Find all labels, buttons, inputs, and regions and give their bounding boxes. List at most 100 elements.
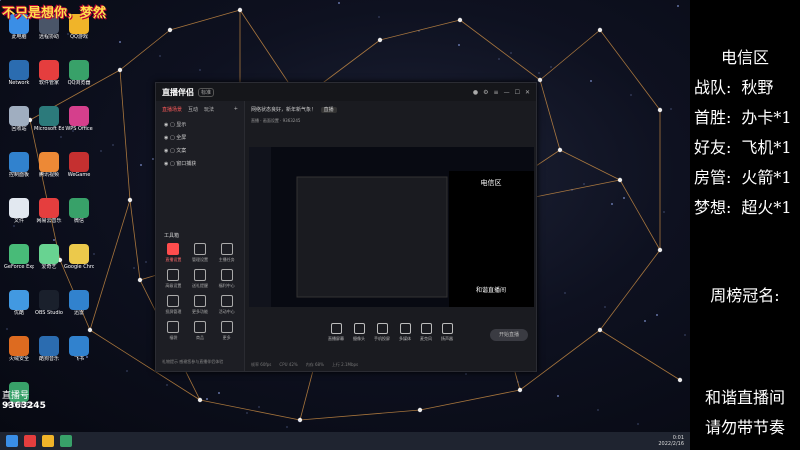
scene-item[interactable]: ◉ ▢ 窗口捕获 bbox=[156, 157, 244, 170]
small-star bbox=[286, 426, 288, 428]
desktop-icon[interactable]: 优酷 bbox=[4, 290, 34, 328]
desktop-icon[interactable]: 爱奇艺 bbox=[34, 244, 64, 282]
scene-item[interactable]: ◉ ▢ 显示 bbox=[156, 118, 244, 131]
desktop-icon[interactable]: 回收站 bbox=[4, 106, 34, 144]
source-button[interactable]: 直播屏幕 bbox=[328, 323, 344, 349]
desktop-icon-label: 软件管家 bbox=[38, 80, 59, 86]
desktop-icon[interactable]: Google Chrome bbox=[64, 244, 94, 282]
toolbox-item[interactable]: 送礼提醒 bbox=[187, 269, 214, 289]
streaming-app-window[interactable]: 直播伴侣 标准 ● ⚙ ≡ — ☐ ✕ 直播场景 互动 玩法 + ◉ ▢ 显示 ◉ ▢ … bbox=[155, 82, 537, 372]
panel-row-value: 超火*1 bbox=[741, 198, 792, 217]
panel-tab[interactable]: 玩法 bbox=[204, 106, 214, 113]
add-tab-icon[interactable]: + bbox=[234, 106, 238, 113]
desktop-icon[interactable]: 腾讯视频 bbox=[34, 152, 64, 190]
scene-item[interactable]: ◉ ▢ 全屏 bbox=[156, 131, 244, 144]
star bbox=[297, 417, 303, 423]
toolbox-item[interactable]: 高级设置 bbox=[160, 269, 187, 289]
constellation-line bbox=[419, 389, 521, 411]
desktop-icon[interactable]: WPS Office bbox=[64, 106, 94, 144]
visibility-icon[interactable]: ◉ ▢ bbox=[164, 135, 176, 141]
status-item: 内存 68% bbox=[305, 362, 324, 367]
toolbox-item[interactable]: 更多 bbox=[213, 321, 240, 341]
desktop-icon[interactable]: 控制面板 bbox=[4, 152, 34, 190]
desktop-icon[interactable]: 网易云音乐 bbox=[34, 198, 64, 236]
taskbar-app-icon[interactable] bbox=[24, 435, 36, 447]
toolbox-item[interactable]: 管理设置 bbox=[187, 243, 214, 263]
system-tray[interactable]: 0:01 2022/2/16 bbox=[658, 435, 690, 447]
desktop-icon[interactable]: 迅雷 bbox=[64, 290, 94, 328]
desktop-icon[interactable]: 文件 bbox=[4, 198, 34, 236]
toolbox-item[interactable]: 商品 bbox=[187, 321, 214, 341]
desktop-icon-label: 网易云音乐 bbox=[36, 218, 62, 224]
desktop-icon[interactable]: WeGame bbox=[64, 152, 94, 190]
panel-row: 房管: 火箭*1 bbox=[694, 164, 792, 188]
toolbox-item[interactable]: 福袋 bbox=[160, 321, 187, 341]
source-button[interactable]: 手机投屏 bbox=[374, 323, 390, 349]
app-icon bbox=[39, 198, 59, 218]
desktop-icon[interactable]: GeForce Experience bbox=[4, 244, 34, 282]
constellation-line bbox=[599, 249, 661, 331]
status-item: CPU 42% bbox=[279, 362, 298, 367]
start-stream-button[interactable]: 开始直播 bbox=[490, 329, 528, 341]
source-label: 摄像头 bbox=[353, 336, 365, 341]
desktop-icon[interactable]: 火绒安全 bbox=[4, 336, 34, 374]
source-button[interactable]: 扬声器 bbox=[441, 323, 453, 349]
toolbox-item[interactable]: 更多功能 bbox=[187, 295, 214, 315]
taskbar-app-icon[interactable] bbox=[42, 435, 54, 447]
constellation-line bbox=[459, 19, 541, 81]
start-menu-icon[interactable] bbox=[6, 435, 18, 447]
star bbox=[137, 277, 143, 283]
small-star bbox=[378, 16, 380, 18]
toolbox-item[interactable]: 活动中心 bbox=[213, 295, 240, 315]
menu-icon[interactable]: ≡ bbox=[494, 89, 499, 96]
stream-overlay-title: 不只是想你，梦然 bbox=[2, 6, 107, 21]
taskbar-app-icon[interactable] bbox=[60, 435, 72, 447]
desktop-icon[interactable]: OBS Studio bbox=[34, 290, 64, 328]
minimize-icon[interactable]: — bbox=[504, 89, 510, 96]
source-button[interactable]: 多媒体 bbox=[399, 323, 411, 349]
desktop-icon[interactable]: 软件管家 bbox=[34, 60, 64, 98]
maximize-icon[interactable]: ☐ bbox=[515, 89, 520, 96]
tool-icon bbox=[193, 321, 206, 333]
tool-icon bbox=[220, 295, 233, 307]
visibility-icon[interactable]: ◉ ▢ bbox=[164, 122, 176, 128]
panel-row-key: 房管: bbox=[694, 168, 732, 187]
toolbox-item[interactable]: 投屏管理 bbox=[160, 295, 187, 315]
desktop-icon[interactable]: 酷狗音乐 bbox=[34, 336, 64, 374]
constellation-line bbox=[199, 399, 301, 421]
live-preview[interactable]: 电信区 和谐直播间 bbox=[249, 147, 534, 307]
star bbox=[237, 7, 243, 13]
preview-canvas: 电信区 和谐直播间 bbox=[249, 147, 534, 307]
toolbox-item[interactable]: 直播设置 bbox=[160, 243, 187, 263]
main-subtitle: 直播 · 画面设置 · 9363245 bbox=[251, 118, 301, 123]
app-icon bbox=[69, 336, 89, 356]
small-star bbox=[510, 52, 512, 54]
visibility-icon[interactable]: ◉ ▢ bbox=[164, 148, 176, 154]
desktop-icon[interactable]: 飞书 bbox=[64, 336, 94, 374]
panel-tab[interactable]: 互动 bbox=[188, 106, 198, 113]
status-item: 上行 2.1Mbps bbox=[331, 362, 359, 367]
toolbox-item[interactable]: 福利中心 bbox=[213, 269, 240, 289]
panel-tab[interactable]: 直播场景 bbox=[162, 106, 182, 113]
source-button[interactable]: 麦克风 bbox=[420, 323, 432, 349]
desktop-icon-label: Microsoft Edge bbox=[34, 126, 64, 132]
avatar-icon[interactable]: ● bbox=[473, 89, 478, 96]
desktop-icon[interactable]: Network bbox=[4, 60, 34, 98]
desktop-icon-label: 远程协助 bbox=[38, 34, 59, 40]
constellation-line bbox=[169, 9, 241, 31]
small-star bbox=[133, 267, 135, 269]
desktop-icon[interactable]: Microsoft Edge bbox=[34, 106, 64, 144]
settings-icon[interactable]: ⚙ bbox=[483, 89, 488, 96]
close-icon[interactable]: ✕ bbox=[525, 89, 530, 96]
desktop-icon-label: 优酷 bbox=[13, 310, 24, 316]
scene-item[interactable]: ◉ ▢ 文案 bbox=[156, 144, 244, 157]
star bbox=[517, 387, 523, 393]
desktop-icon[interactable]: 微信 bbox=[64, 198, 94, 236]
desktop-icon-label: QQ游戏 bbox=[70, 34, 88, 40]
desktop-icon[interactable]: QQ浏览器 bbox=[64, 60, 94, 98]
toolbox-item[interactable]: 主播任务 bbox=[213, 243, 240, 263]
small-star bbox=[246, 412, 248, 414]
source-button[interactable]: 摄像头 bbox=[353, 323, 365, 349]
desktop-icon-label: 微信 bbox=[73, 218, 84, 224]
visibility-icon[interactable]: ◉ ▢ bbox=[164, 161, 176, 167]
